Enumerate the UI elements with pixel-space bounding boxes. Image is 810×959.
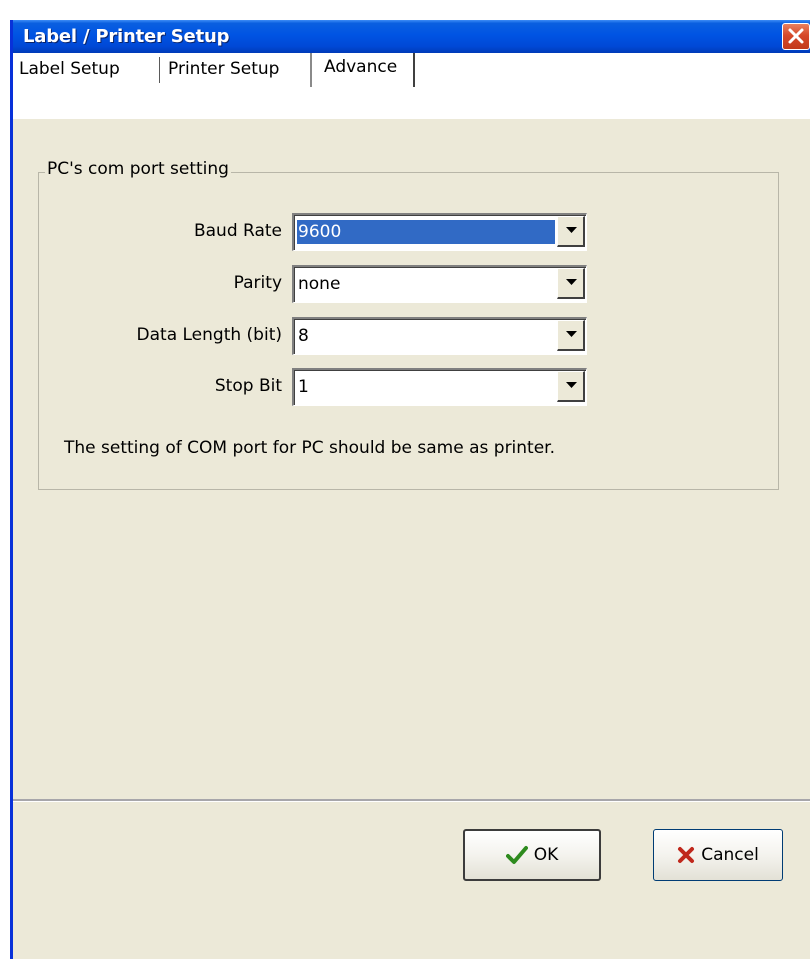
tab-label-setup[interactable]: Label Setup	[19, 53, 120, 85]
parity-label: Parity	[233, 273, 282, 293]
chevron-down-icon	[566, 382, 577, 388]
ok-button[interactable]: OK	[463, 829, 601, 881]
chevron-down-icon	[566, 279, 577, 285]
cancel-button-label: Cancel	[701, 845, 759, 865]
close-button[interactable]	[782, 23, 810, 50]
stop-bit-label: Stop Bit	[214, 376, 282, 396]
tab-separator	[310, 53, 312, 87]
x-mark-icon	[678, 847, 695, 863]
chevron-down-icon	[566, 331, 577, 337]
stop-bit-select[interactable]: 1	[292, 368, 587, 406]
ok-button-label: OK	[533, 845, 559, 865]
data-length-label: Data Length (bit)	[136, 325, 282, 345]
window-title: Label / Printer Setup	[23, 26, 230, 47]
checkmark-icon	[505, 846, 528, 864]
data-length-dropdown-button[interactable]	[557, 320, 585, 351]
baud-rate-dropdown-button[interactable]	[557, 216, 585, 247]
title-bar[interactable]: Label / Printer Setup	[13, 20, 810, 53]
stop-bit-value: 1	[298, 377, 309, 397]
baud-rate-value: 9600	[297, 220, 555, 244]
stop-bit-dropdown-button[interactable]	[557, 371, 585, 402]
data-length-select[interactable]: 8	[292, 317, 587, 355]
tab-separator	[413, 53, 415, 87]
footer-divider	[13, 799, 810, 802]
com-port-note: The setting of COM port for PC should be…	[64, 438, 556, 458]
tab-printer-setup[interactable]: Printer Setup	[168, 53, 279, 85]
groupbox-title: PC's com port setting	[45, 159, 231, 179]
close-icon	[788, 28, 804, 44]
tab-advance[interactable]: Advance	[314, 53, 408, 86]
data-length-value: 8	[298, 326, 309, 346]
cancel-button[interactable]: Cancel	[653, 829, 783, 881]
baud-rate-label: Baud Rate	[193, 221, 282, 241]
chevron-down-icon	[566, 227, 577, 233]
tab-strip: Label Setup Printer Setup Advance	[13, 53, 810, 119]
dialog-window: Label / Printer Setup Label Setup Printe…	[10, 20, 810, 959]
com-port-groupbox: PC's com port setting Baud Rate 9600 Par…	[38, 159, 779, 490]
tab-separator	[159, 57, 160, 83]
parity-dropdown-button[interactable]	[557, 268, 585, 299]
parity-select[interactable]: none	[292, 265, 587, 303]
baud-rate-select[interactable]: 9600	[292, 213, 587, 251]
tab-panel-advance: PC's com port setting Baud Rate 9600 Par…	[13, 119, 810, 799]
parity-value: none	[298, 274, 341, 294]
